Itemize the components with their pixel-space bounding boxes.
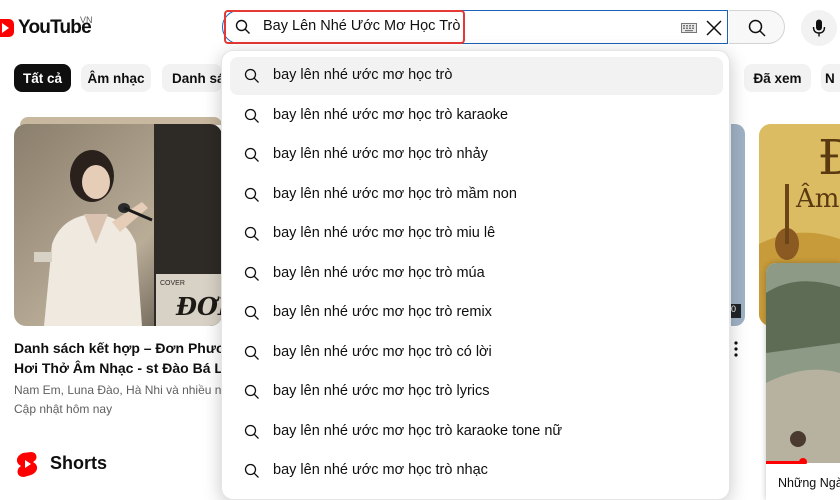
suggestion-item[interactable]: bay lên nhé ước mơ học trò nhảy: [230, 136, 723, 174]
suggestion-item[interactable]: bay lên nhé ước mơ học trò remix: [230, 294, 723, 332]
search-button[interactable]: [729, 10, 785, 44]
suggestion-item[interactable]: bay lên nhé ước mơ học trò nhạc: [230, 452, 723, 490]
suggestion-item[interactable]: bay lên nhé ước mơ học trò mầm non: [230, 176, 723, 214]
search-icon: [244, 147, 259, 162]
search-icon: [244, 266, 259, 281]
shorts-icon: [16, 452, 38, 477]
video-updated: Cập nhật hôm nay: [14, 402, 113, 416]
search-icon: [244, 384, 259, 399]
chip-all[interactable]: Tất cả: [14, 64, 71, 92]
youtube-play-icon: [0, 19, 14, 37]
search-icon: [244, 345, 259, 360]
suggestion-text: bay lên nhé ước mơ học trò remix: [273, 304, 492, 320]
search-icon: [235, 19, 250, 34]
search-icon: [244, 187, 259, 202]
keyboard-icon[interactable]: [681, 23, 697, 33]
country-code: VN: [80, 15, 93, 25]
chip-watched[interactable]: Đã xem: [744, 64, 811, 92]
search-icon: [244, 305, 259, 320]
search-button-icon: [748, 19, 766, 37]
suggestion-text: bay lên nhé ước mơ học trò nhảy: [273, 146, 488, 162]
suggestion-item[interactable]: bay lên nhé ước mơ học trò karaoke: [230, 97, 723, 135]
suggestion-text: bay lên nhé ước mơ học trò miu lê: [273, 225, 496, 241]
suggestion-item[interactable]: bay lên nhé ước mơ học trò múa: [230, 255, 723, 293]
video-title[interactable]: Danh sách kết hợp – Đơn Phươn Hơi Thở Âm…: [14, 338, 224, 378]
search-icon: [244, 463, 259, 478]
search-icon: [244, 68, 259, 83]
suggestion-text: bay lên nhé ước mơ học trò múa: [273, 264, 485, 281]
thumbnail-title-text: ĐƠN: [176, 292, 222, 321]
thumbnail-right-title: Đ: [818, 130, 840, 186]
suggestion-item[interactable]: bay lên nhé ước mơ học trò karaoke tone …: [230, 413, 723, 451]
miniplayer-card[interactable]: [766, 263, 840, 500]
suggestion-text: bay lên nhé ước mơ học trò: [273, 67, 453, 83]
shorts-heading: Shorts: [50, 453, 108, 473]
suggestion-text: bay lên nhé ước mơ học trò karaoke tone …: [273, 422, 563, 439]
suggestion-item[interactable]: bay lên nhé ước mơ học trò có lời: [230, 334, 723, 372]
miniplayer-image: [766, 263, 840, 500]
chip-next[interactable]: N: [821, 64, 840, 92]
video-channels[interactable]: Nam Em, Luna Đào, Hà Nhi và nhiều n: [14, 381, 224, 400]
duration-badge-text: 0: [731, 304, 737, 314]
suggestion-item[interactable]: bay lên nhé ước mơ học trò: [230, 57, 723, 95]
miniplayer-title[interactable]: Những Ngà: [778, 476, 840, 490]
suggestion-text: bay lên nhé ước mơ học trò có lời: [273, 343, 492, 360]
chip-music[interactable]: Âm nhạc: [81, 64, 151, 92]
thumbnail-right-subtitle: Âm: [796, 184, 840, 214]
suggestion-text: bay lên nhé ước mơ học trò lyrics: [273, 383, 490, 399]
more-options-icon[interactable]: [733, 340, 739, 358]
search-icon: [244, 226, 259, 241]
suggestion-text: bay lên nhé ước mơ học trò karaoke: [273, 106, 509, 123]
close-icon[interactable]: [705, 19, 723, 37]
voice-search-button[interactable]: [801, 10, 837, 46]
search-suggestions-dropdown: bay lên nhé ước mơ học trò bay lên nhé ư…: [221, 50, 730, 500]
suggestion-item[interactable]: bay lên nhé ước mơ học trò miu lê: [230, 215, 723, 253]
video-title-line-2: Hơi Thở Âm Nhạc - st Đào Bá Lộ: [14, 360, 224, 376]
video-thumbnail[interactable]: COVER ĐƠN: [14, 124, 222, 326]
video-meta: Nam Em, Luna Đào, Hà Nhi và nhiều n Cập …: [14, 381, 224, 419]
thumbnail-cover-label: COVER: [160, 280, 185, 287]
microphone-icon: [812, 19, 826, 37]
video-thumbnail-partial[interactable]: [731, 124, 745, 326]
suggestion-text: bay lên nhé ước mơ học trò mầm non: [273, 185, 517, 202]
search-icon: [244, 108, 259, 123]
video-title-line-1: Danh sách kết hợp – Đơn Phươn: [14, 340, 224, 356]
chip-playlists[interactable]: Danh sá: [162, 64, 222, 92]
search-icon: [244, 424, 259, 439]
suggestion-text: bay lên nhé ước mơ học trò nhạc: [273, 462, 488, 478]
duration-badge: 0: [731, 304, 741, 318]
suggestion-item[interactable]: bay lên nhé ước mơ học trò lyrics: [230, 373, 723, 411]
search-query-text[interactable]: Bay Lên Nhé Ước Mơ Học Trò: [263, 18, 460, 34]
youtube-logo[interactable]: YouTube VN: [0, 14, 93, 42]
